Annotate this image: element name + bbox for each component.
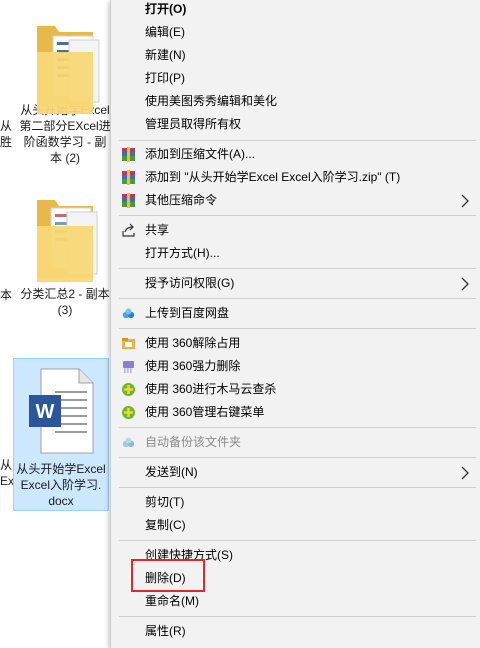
winrar-icon	[121, 193, 136, 208]
menu-item-label: 发送到(N)	[145, 465, 198, 479]
chevron-right-icon	[460, 465, 470, 480]
menu-item-360-unlock[interactable]: 使用 360解除占用	[111, 332, 480, 354]
clipped-label: 本	[0, 288, 13, 302]
menu-item-label: 添加到 "从头开始学Excel Excel入阶学习.zip" (T)	[145, 170, 401, 184]
menu-item-360-force-delete[interactable]: 使用 360强力删除	[111, 355, 480, 377]
menu-item-rename[interactable]: 重命名(M)	[111, 590, 480, 612]
menu-item-add-to-zip[interactable]: 添加到 "从头开始学Excel Excel入阶学习.zip" (T)	[111, 166, 480, 188]
menu-item-share[interactable]: 共享	[111, 219, 480, 241]
baidu-cloud-icon	[121, 306, 136, 321]
menu-item-add-to-archive[interactable]: 添加到压缩文件(A)...	[111, 143, 480, 165]
menu-item-label: 其他压缩命令	[145, 193, 218, 207]
menu-item-auto-backup: 自动备份该文件夹	[111, 431, 480, 453]
clipped-label: 从	[0, 119, 13, 133]
folder-tile[interactable]: 分类汇总2 - 副本 (3)	[16, 190, 114, 318]
menu-item-label: 复制(C)	[145, 518, 186, 532]
clipped-label: 从	[0, 458, 13, 472]
folder-icon	[29, 6, 101, 114]
menu-item-new[interactable]: 新建(N)	[111, 44, 480, 66]
menu-item-label: 使用 360强力删除	[145, 359, 241, 373]
menu-separator	[119, 427, 476, 428]
360-unlock-icon	[121, 336, 136, 351]
menu-item-copy[interactable]: 复制(C)	[111, 514, 480, 536]
menu-item-label: 剪切(T)	[145, 495, 185, 509]
file-name-line: (3)	[57, 303, 73, 317]
menu-item-properties[interactable]: 属性(R)	[111, 620, 480, 642]
menu-separator	[119, 487, 476, 488]
clipped-label: Ex	[0, 474, 15, 488]
chevron-right-icon	[460, 193, 470, 208]
file-name-line: docx	[48, 494, 74, 508]
menu-item-label: 重命名(M)	[145, 594, 199, 608]
menu-item-label: 授予访问权限(G)	[145, 276, 235, 290]
menu-item-label: 属性(R)	[145, 624, 186, 638]
file-name-line: 分类汇总2 - 副本	[20, 287, 110, 301]
menu-item-upload-baidu[interactable]: 上传到百度网盘	[111, 302, 480, 324]
menu-item-give-access[interactable]: 授予访问权限(G)	[111, 272, 480, 294]
menu-item-label: 打开(O)	[145, 2, 187, 16]
menu-item-360-trojan-scan[interactable]: 使用 360进行木马云查杀	[111, 378, 480, 400]
360-scan-icon	[121, 405, 136, 420]
chevron-right-icon	[460, 276, 470, 291]
menu-item-label: 自动备份该文件夹	[145, 435, 242, 449]
menu-item-label: 使用 360解除占用	[145, 336, 241, 350]
menu-separator	[119, 457, 476, 458]
menu-item-label: 打印(P)	[145, 71, 185, 85]
menu-item-label: 使用 360进行木马云查杀	[145, 382, 277, 396]
folder-tile[interactable]: 从头开始学Excel 第二部分EXcel进 阶函数学习 - 副 本 (2)	[16, 6, 114, 166]
menu-item-label: 打开方式(H)...	[145, 246, 220, 260]
menu-item-edit[interactable]: 编辑(E)	[111, 21, 480, 43]
menu-item-label: 共享	[145, 223, 170, 237]
menu-separator	[119, 540, 476, 541]
menu-separator	[119, 328, 476, 329]
menu-item-cut[interactable]: 剪切(T)	[111, 491, 480, 513]
context-menu: 打开(O) 编辑(E) 新建(N) 打印(P) 使用美图秀秀编辑和美化 管理员取…	[110, 0, 480, 648]
clipped-label: 胜	[0, 135, 13, 149]
menu-item-label: 添加到压缩文件(A)...	[145, 147, 255, 161]
360-shred-icon	[121, 359, 136, 374]
share-icon	[121, 223, 136, 238]
menu-separator	[119, 215, 476, 216]
baidu-cloud-icon	[121, 435, 136, 450]
file-name-line: 从头开始学Excel	[16, 462, 106, 476]
winrar-icon	[121, 170, 136, 185]
file-name-line: Excel入阶学习.	[20, 478, 102, 492]
menu-item-other-compress[interactable]: 其他压缩命令	[111, 189, 480, 211]
word-document-icon: W	[25, 365, 97, 461]
menu-separator	[119, 268, 476, 269]
menu-separator	[119, 140, 476, 141]
file-name-line: 第二部分EXcel进	[19, 119, 111, 133]
folder-icon	[29, 190, 101, 286]
menu-separator	[119, 616, 476, 617]
menu-item-meitu-edit[interactable]: 使用美图秀秀编辑和美化	[111, 90, 480, 112]
menu-item-label: 新建(N)	[145, 48, 186, 62]
file-name-line: 本 (2)	[49, 151, 80, 165]
file-name-line: 阶函数学习 - 副	[23, 135, 107, 149]
menu-item-label: 管理员取得所有权	[145, 117, 242, 131]
menu-item-open[interactable]: 打开(O)	[111, 0, 480, 20]
word-document-tile[interactable]: W 从头开始学Excel Excel入阶学习. docx	[13, 358, 109, 511]
menu-item-print[interactable]: 打印(P)	[111, 67, 480, 89]
menu-item-take-ownership[interactable]: 管理员取得所有权	[111, 113, 480, 135]
menu-item-send-to[interactable]: 发送到(N)	[111, 461, 480, 483]
menu-item-label: 使用美图秀秀编辑和美化	[145, 94, 278, 108]
menu-item-label: 编辑(E)	[145, 25, 185, 39]
360-scan-icon	[121, 382, 136, 397]
menu-item-360-manage-menu[interactable]: 使用 360管理右键菜单	[111, 401, 480, 423]
menu-item-label: 上传到百度网盘	[145, 306, 230, 320]
winrar-icon	[121, 147, 136, 162]
menu-separator	[119, 298, 476, 299]
menu-item-label: 使用 360管理右键菜单	[145, 405, 265, 419]
delete-highlight-box	[131, 559, 205, 592]
menu-item-open-with[interactable]: 打开方式(H)...	[111, 242, 480, 264]
svg-text:W: W	[36, 401, 55, 423]
